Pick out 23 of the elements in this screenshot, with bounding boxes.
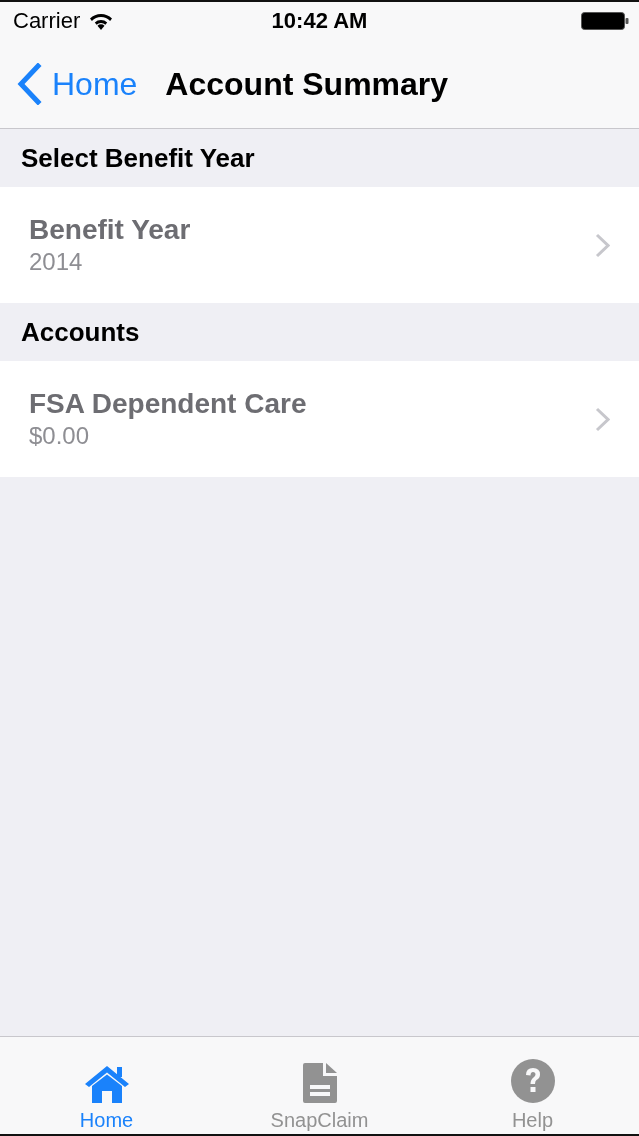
tab-item[interactable]: Help	[426, 1037, 639, 1134]
row-detail: $0.00	[29, 422, 91, 450]
nav-title: Account Summary	[165, 65, 449, 103]
section-header: Accounts	[20, 315, 141, 349]
document-icon	[302, 1063, 337, 1103]
carrier-label: Carrier	[13, 8, 81, 34]
status-time: 10:42 AM	[271, 8, 368, 34]
list-row[interactable]: FSA Dependent Care $0.00	[0, 361, 639, 477]
row-title: FSA Dependent Care	[29, 388, 308, 420]
row-detail: 2014	[29, 248, 84, 276]
wifi-icon	[89, 12, 114, 30]
help-icon	[510, 1059, 555, 1103]
home-icon	[83, 1065, 130, 1103]
back-button[interactable]: Home	[16, 63, 138, 105]
list-row[interactable]: Benefit Year 2014	[0, 187, 639, 303]
tab-item[interactable]: Home	[0, 1037, 213, 1134]
row-title: Benefit Year	[29, 214, 192, 246]
back-chevron-icon	[16, 63, 42, 105]
section-header: Select Benefit Year	[20, 141, 256, 175]
tab-item[interactable]: SnapClaim	[213, 1037, 426, 1134]
chevron-right-icon	[595, 232, 610, 258]
chevron-right-icon	[595, 406, 610, 432]
battery-icon	[581, 12, 629, 30]
